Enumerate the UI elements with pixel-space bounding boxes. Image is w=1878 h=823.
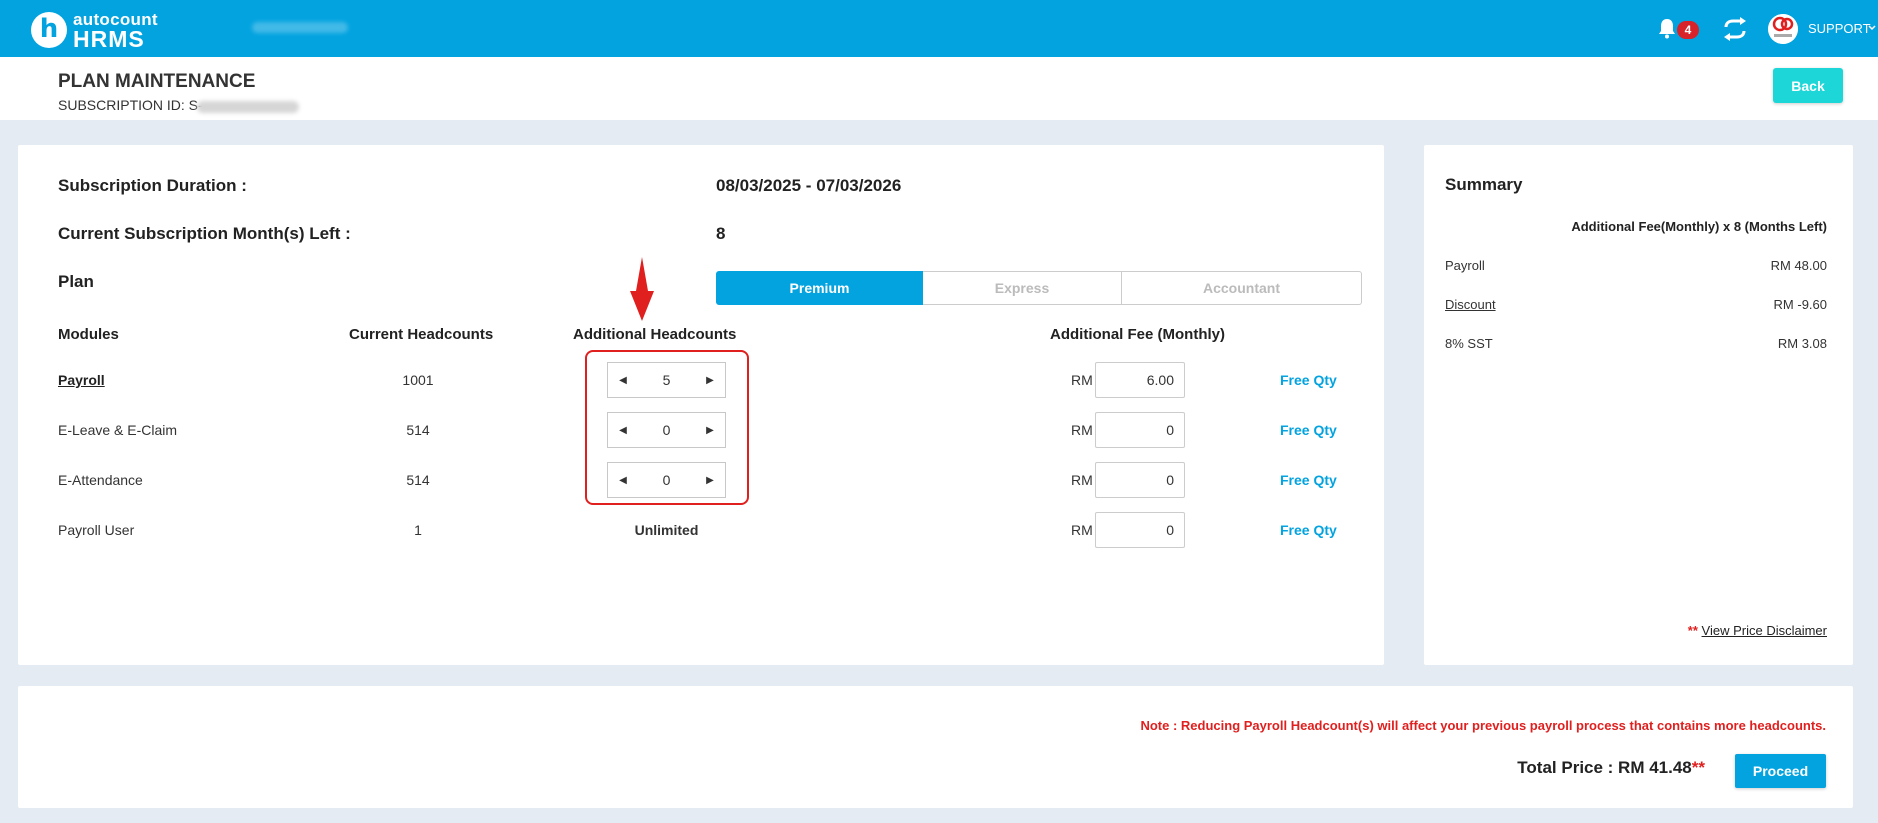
- column-header-additional-headcounts: Additional Headcounts: [573, 326, 737, 343]
- current-headcount-payroll: 1001: [402, 372, 434, 388]
- free-qty-link-e-attendance[interactable]: Free Qty: [1280, 472, 1337, 488]
- bell-icon[interactable]: [1657, 17, 1677, 39]
- currency-label: RM: [1071, 372, 1093, 388]
- view-price-disclaimer-link[interactable]: View Price Disclaimer: [1702, 623, 1827, 638]
- summary-card: Summary Additional Fee(Monthly) x 8 (Mon…: [1424, 145, 1853, 665]
- summary-column-header: Additional Fee(Monthly) x 8 (Months Left…: [1571, 219, 1827, 234]
- module-name-e-attendance: E-Attendance: [58, 472, 143, 488]
- currency-label: RM: [1071, 422, 1093, 438]
- plan-details-card: Subscription Duration : 08/03/2025 - 07/…: [18, 145, 1384, 665]
- back-button[interactable]: Back: [1773, 68, 1843, 103]
- fee-input-e-attendance[interactable]: [1095, 462, 1185, 498]
- plan-label: Plan: [58, 272, 94, 291]
- column-header-additional-fee: Additional Fee (Monthly): [1050, 326, 1225, 343]
- summary-value-payroll: RM 48.00: [1770, 258, 1827, 273]
- months-left-label: Current Subscription Month(s) Left :: [58, 224, 351, 243]
- total-card: Note : Reducing Payroll Headcount(s) wil…: [18, 686, 1853, 808]
- fee-input-payroll-user[interactable]: [1095, 512, 1185, 548]
- summary-label-sst: 8% SST: [1445, 336, 1493, 351]
- free-qty-link-e-leave[interactable]: Free Qty: [1280, 422, 1337, 438]
- subscription-id: SUBSCRIPTION ID: S-: [58, 97, 203, 113]
- plan-tab-premium[interactable]: Premium: [716, 271, 923, 305]
- company-name-redacted: [252, 22, 348, 33]
- logo-product-text: HRMS: [73, 26, 145, 52]
- summary-label-payroll: Payroll: [1445, 258, 1485, 273]
- free-qty-link-payroll-user[interactable]: Free Qty: [1280, 522, 1337, 538]
- fee-input-payroll[interactable]: [1095, 362, 1185, 398]
- total-price: Total Price : RM 41.48**: [1517, 758, 1705, 778]
- currency-label: RM: [1071, 472, 1093, 488]
- months-left-value: 8: [716, 224, 726, 243]
- page-title: PLAN MAINTENANCE: [58, 71, 256, 92]
- annotation-highlight-box: [585, 350, 749, 505]
- current-headcount-payroll-user: 1: [414, 522, 422, 538]
- headcount-reduction-note: Note : Reducing Payroll Headcount(s) wil…: [1140, 718, 1826, 733]
- summary-value-sst: RM 3.08: [1777, 336, 1827, 351]
- module-link-payroll[interactable]: Payroll: [58, 372, 105, 388]
- column-header-current-headcounts: Current Headcounts: [349, 326, 494, 343]
- plan-tab-accountant[interactable]: Accountant: [1122, 271, 1362, 305]
- subscription-duration-label: Subscription Duration :: [58, 176, 247, 195]
- additional-headcount-unlimited: Unlimited: [634, 522, 699, 538]
- proceed-button[interactable]: Proceed: [1735, 754, 1826, 788]
- price-disclaimer: ** View Price Disclaimer: [1688, 623, 1827, 638]
- free-qty-link-payroll[interactable]: Free Qty: [1280, 372, 1337, 388]
- plan-selector: Premium Express Accountant: [716, 271, 1362, 305]
- summary-title: Summary: [1445, 175, 1523, 194]
- switch-company-icon[interactable]: [1722, 17, 1748, 41]
- app-logo-icon[interactable]: h: [31, 12, 67, 48]
- total-price-text: Total Price : RM 41.48: [1517, 758, 1692, 777]
- user-menu-label[interactable]: SUPPORT: [1808, 21, 1871, 36]
- module-name-e-leave: E-Leave & E-Claim: [58, 422, 178, 438]
- column-header-modules: Modules: [58, 326, 119, 343]
- annotation-arrow: [630, 257, 654, 321]
- subscription-id-redacted: [197, 101, 299, 113]
- notification-count-badge: 4: [1677, 21, 1699, 39]
- subscription-duration-value: 08/03/2025 - 07/03/2026: [716, 176, 902, 195]
- plan-tab-express[interactable]: Express: [923, 271, 1122, 305]
- summary-discount-link[interactable]: Discount: [1445, 297, 1496, 312]
- total-price-stars: **: [1691, 758, 1705, 777]
- fee-input-e-leave[interactable]: [1095, 412, 1185, 448]
- top-bar: h autocount HRMS 4 SUPPORT: [0, 0, 1878, 57]
- summary-value-discount: RM -9.60: [1773, 297, 1827, 312]
- current-headcount-e-leave: 514: [406, 422, 430, 438]
- chevron-down-icon[interactable]: [1868, 24, 1876, 32]
- module-name-payroll-user: Payroll User: [58, 522, 135, 538]
- currency-label: RM: [1071, 522, 1093, 538]
- disclaimer-stars: **: [1687, 623, 1698, 638]
- user-avatar[interactable]: [1768, 14, 1798, 44]
- current-headcount-e-attendance: 514: [406, 472, 430, 488]
- page-header: PLAN MAINTENANCE SUBSCRIPTION ID: S- Bac…: [0, 57, 1878, 120]
